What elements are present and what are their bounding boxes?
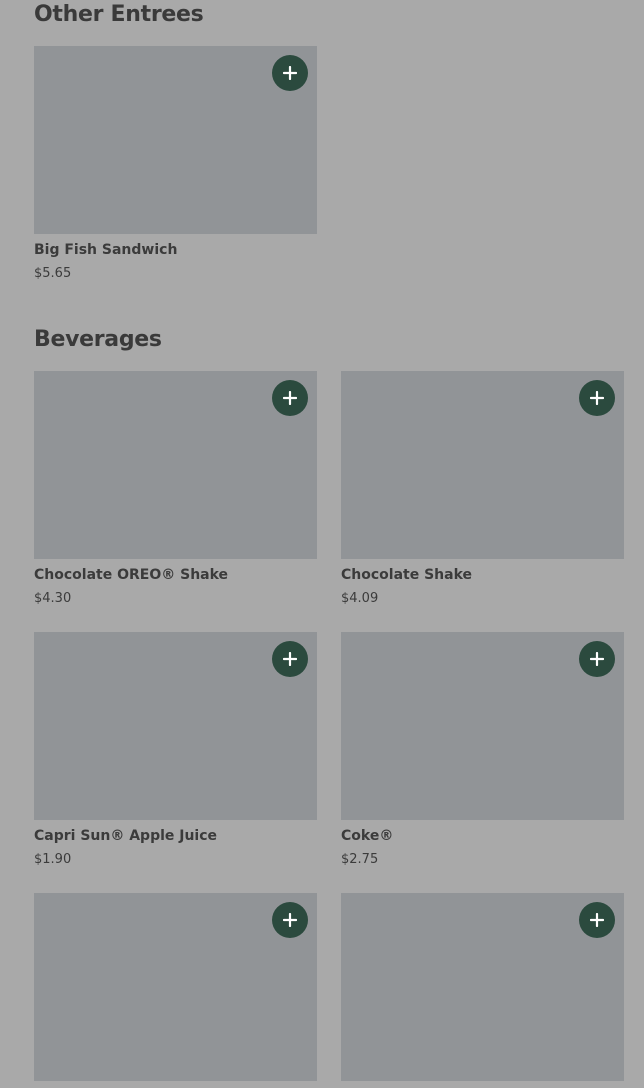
plus-icon xyxy=(283,66,297,80)
item-image-placeholder[interactable] xyxy=(34,46,317,234)
item-price: $4.30 xyxy=(34,591,72,606)
menu-item-card[interactable]: Big Fish Sandwich $5.65 xyxy=(34,46,317,283)
add-to-cart-button[interactable] xyxy=(272,55,308,91)
item-name[interactable]: Big Fish Sandwich xyxy=(34,240,317,260)
item-name[interactable]: Chocolate OREO® Shake xyxy=(34,565,317,585)
add-to-cart-button[interactable] xyxy=(272,380,308,416)
item-price: $2.75 xyxy=(341,852,379,867)
menu-item-card[interactable]: Capri Sun® Apple Juice $1.90 xyxy=(34,632,317,869)
item-image-placeholder[interactable] xyxy=(34,371,317,559)
menu-item-card[interactable]: Coke® $2.75 xyxy=(341,632,624,869)
plus-icon xyxy=(283,391,297,405)
menu-item-card[interactable] xyxy=(34,893,317,1087)
item-name[interactable]: Coke® xyxy=(341,826,624,846)
add-to-cart-button[interactable] xyxy=(579,902,615,938)
item-image-placeholder[interactable] xyxy=(34,632,317,820)
item-image-placeholder[interactable] xyxy=(34,893,317,1081)
item-name[interactable]: Capri Sun® Apple Juice xyxy=(34,826,317,846)
add-to-cart-button[interactable] xyxy=(579,380,615,416)
plus-icon xyxy=(590,652,604,666)
section-title: Other Entrees xyxy=(34,2,204,27)
plus-icon xyxy=(283,913,297,927)
item-price: $1.90 xyxy=(34,852,72,867)
item-price: $5.65 xyxy=(34,266,72,281)
menu-item-card[interactable]: Chocolate Shake $4.09 xyxy=(341,371,624,608)
menu-item-card[interactable] xyxy=(341,893,624,1087)
plus-icon xyxy=(283,652,297,666)
item-name[interactable]: Chocolate Shake xyxy=(341,565,624,585)
item-image-placeholder[interactable] xyxy=(341,371,624,559)
add-to-cart-button[interactable] xyxy=(272,902,308,938)
item-image-placeholder[interactable] xyxy=(341,632,624,820)
menu-item-card[interactable]: Chocolate OREO® Shake $4.30 xyxy=(34,371,317,608)
plus-icon xyxy=(590,913,604,927)
add-to-cart-button[interactable] xyxy=(272,641,308,677)
plus-icon xyxy=(590,391,604,405)
section-title: Beverages xyxy=(34,327,162,352)
add-to-cart-button[interactable] xyxy=(579,641,615,677)
item-price: $4.09 xyxy=(341,591,379,606)
item-image-placeholder[interactable] xyxy=(341,893,624,1081)
